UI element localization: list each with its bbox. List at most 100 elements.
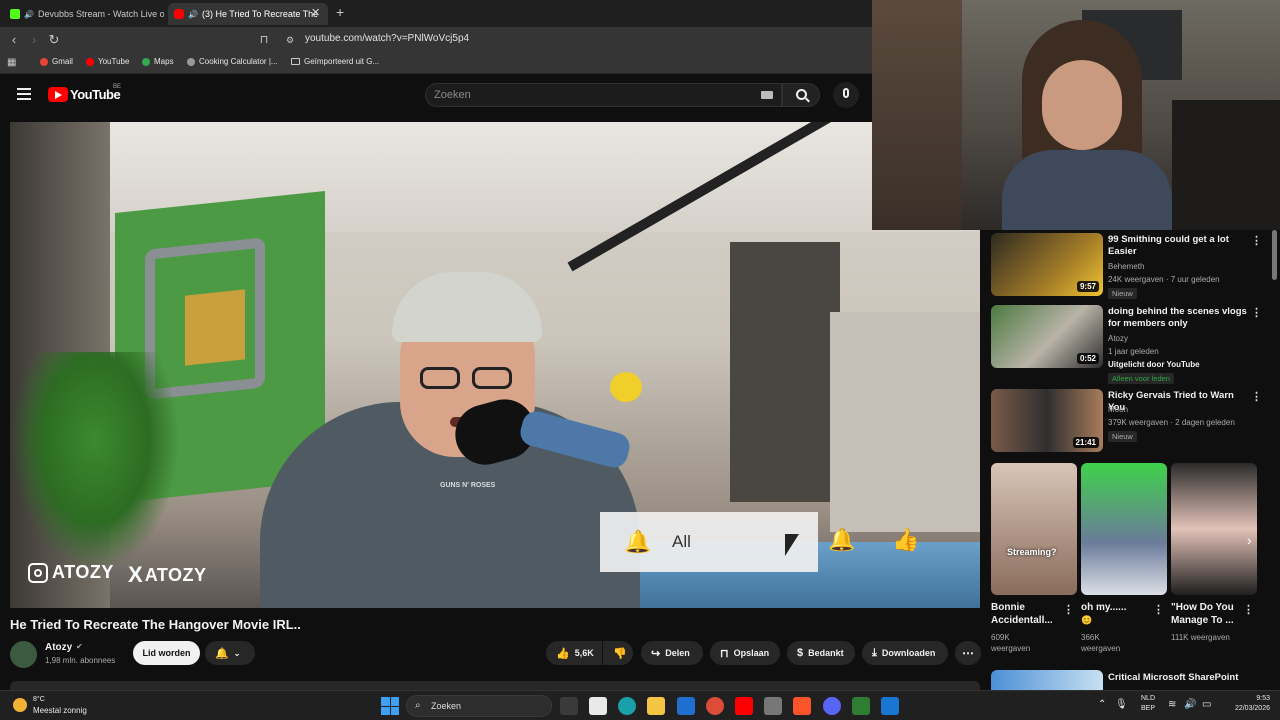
wifi-icon[interactable]: ≋	[1168, 699, 1176, 710]
more-actions-button[interactable]: ⋯	[955, 641, 981, 665]
recommendation-thumbnail[interactable]: 0:52	[991, 305, 1103, 368]
bookmark-gmail[interactable]: Gmail	[40, 57, 73, 66]
clock-date[interactable]: 22/03/2026	[1222, 705, 1270, 712]
subscribed-bell-button[interactable]: 🔔 ⌄	[205, 641, 255, 665]
more-options-icon[interactable]: ⋮	[1153, 603, 1164, 616]
url-field[interactable]: youtube.com/watch?v=PNlWoVcj5p4	[305, 33, 469, 44]
microphone-icon[interactable]: 🎙	[1115, 699, 1128, 710]
short-thumbnail[interactable]	[1171, 463, 1257, 595]
maps-icon	[142, 57, 150, 66]
short-title[interactable]: oh my......	[1081, 601, 1157, 614]
chevron-up-icon[interactable]: ⌃	[1098, 699, 1106, 710]
folder-icon	[291, 58, 300, 65]
edge-icon[interactable]	[618, 697, 636, 715]
voice-search-button[interactable]	[833, 82, 859, 108]
tab-youtube-video[interactable]: 🔊 (3) He Tried To Recreate The	[168, 3, 328, 25]
keyboard-icon[interactable]	[761, 91, 773, 99]
youtube-app-icon[interactable]	[735, 697, 753, 715]
video-duration: 21:41	[1072, 437, 1099, 448]
join-button[interactable]: Lid worden	[133, 641, 200, 665]
recommendation-thumbnail[interactable]: 9:57	[991, 233, 1103, 296]
like-button[interactable]: 👍 5,6K	[546, 641, 602, 665]
new-badge: Nieuw	[1108, 288, 1137, 299]
scrollbar[interactable]	[1272, 230, 1277, 280]
close-tab-icon[interactable]: ✕	[311, 6, 320, 19]
tab-devubbs[interactable]: 🔊 Devubbs Stream - Watch Live on	[4, 3, 164, 25]
calculator-icon[interactable]	[764, 697, 782, 715]
recommendation-thumbnail[interactable]: 21:41	[991, 389, 1103, 452]
more-options-icon[interactable]: ⋮	[1251, 306, 1262, 319]
app-icon[interactable]	[881, 697, 899, 715]
new-tab-button[interactable]: +	[336, 4, 344, 20]
chevron-right-icon[interactable]: ›	[1247, 532, 1252, 548]
reload-button[interactable]: ↻	[46, 32, 62, 48]
recommendation-title[interactable]: doing behind the scenes vlogs for member…	[1108, 306, 1248, 330]
volume-icon[interactable]: 🔊	[1184, 699, 1196, 710]
weather-temp[interactable]: 8°C	[33, 696, 45, 703]
taskbar-search[interactable]: ⌕ Zoeken	[406, 695, 552, 717]
file-explorer-icon[interactable]	[647, 697, 665, 715]
weather-desc[interactable]: Meestal zonnig	[33, 706, 87, 715]
short-title[interactable]: Bonnie Accidentall...	[991, 601, 1067, 627]
recommendation-channel[interactable]: Atozy	[1108, 334, 1128, 343]
battery-icon[interactable]: ▭	[1202, 699, 1211, 710]
short-thumbnail[interactable]	[1081, 463, 1167, 595]
share-button[interactable]: ↪ Delen	[641, 641, 703, 665]
tab-title: Devubbs Stream - Watch Live on	[37, 9, 164, 19]
more-options-icon[interactable]: ⋮	[1243, 603, 1254, 616]
recommendation-thumbnail[interactable]	[991, 670, 1103, 690]
discord-icon[interactable]	[823, 697, 841, 715]
bookmark-youtube[interactable]: YouTube	[86, 57, 129, 66]
recommendations-sidebar: 9:57 99 Smithing could get a lot Easier …	[985, 230, 1280, 690]
short-thumbnail[interactable]: Streaming?	[991, 463, 1077, 595]
back-button[interactable]: ‹	[6, 32, 22, 48]
speaker-icon: 🔊	[188, 9, 198, 19]
bookmark-maps[interactable]: Maps	[142, 57, 174, 66]
bell-icon: 🔔	[828, 527, 856, 552]
task-view-icon[interactable]	[560, 697, 578, 715]
thumbs-up-icon: 👍	[556, 647, 570, 660]
x-overlay: X ATOZY	[128, 562, 207, 587]
apps-grid-icon[interactable]: ▦	[7, 57, 16, 68]
bookmark-cooking-calculator[interactable]: Cooking Calculator |...	[187, 57, 278, 66]
more-options-icon[interactable]: ⋮	[1251, 390, 1262, 403]
keyboard-language-top[interactable]: NLD	[1141, 695, 1155, 702]
short-title[interactable]: "How Do You Manage To ...	[1171, 601, 1247, 627]
video-player[interactable]: GUNS N' ROSES ATOZY X ATOZY 🔔 All 🔔 👍	[10, 122, 980, 608]
menu-icon[interactable]	[17, 88, 31, 100]
clock-time[interactable]: 9:53	[1222, 695, 1270, 702]
keyboard-language-bottom[interactable]: BEP	[1141, 705, 1155, 712]
recommendation-title[interactable]: 99 Smithing could get a lot Easier	[1108, 234, 1248, 258]
save-button[interactable]: ⊓ Opslaan	[710, 641, 780, 665]
more-options-icon[interactable]: ⋮	[1251, 234, 1262, 247]
instagram-overlay: ATOZY	[28, 562, 114, 583]
thanks-button[interactable]: $ Bedankt	[787, 641, 855, 665]
gmail-icon	[40, 57, 48, 66]
mail-icon[interactable]	[677, 697, 695, 715]
bookmark-icon[interactable]: ⊓	[256, 32, 272, 48]
search-button[interactable]	[782, 83, 820, 107]
brave-icon[interactable]	[793, 697, 811, 715]
search-input[interactable]: Zoeken	[434, 89, 471, 101]
cap-image	[392, 272, 542, 342]
recommendation-title[interactable]: Critical Microsoft SharePoint	[1108, 672, 1248, 684]
more-options-icon[interactable]: ⋮	[1063, 603, 1074, 616]
channel-name[interactable]: Atozy	[45, 642, 72, 653]
youtube-logo-icon[interactable]	[48, 87, 68, 102]
weather-icon[interactable]	[13, 698, 27, 712]
microsoft-store-icon[interactable]	[589, 697, 607, 715]
chrome-icon[interactable]	[706, 697, 724, 715]
description-box[interactable]	[10, 681, 980, 690]
windows-start-icon[interactable]	[381, 697, 399, 715]
recommendation-channel[interactable]: Moon	[1108, 405, 1128, 414]
search-box[interactable]: Zoeken	[425, 83, 782, 107]
bookmark-folder-imported[interactable]: Geïmporteerd uit G...	[291, 57, 379, 66]
app-icon[interactable]	[852, 697, 870, 715]
download-button[interactable]: ⤓ Downloaden	[862, 641, 948, 665]
recommendation-title[interactable]: Ricky Gervais Tried to Warn You	[1108, 390, 1248, 414]
channel-avatar[interactable]	[10, 641, 37, 668]
site-info-icon[interactable]: ⚙	[282, 32, 298, 48]
dislike-button[interactable]: 👎	[603, 641, 633, 665]
recommendation-channel[interactable]: Behemeth	[1108, 262, 1144, 271]
forward-button[interactable]: ›	[26, 32, 42, 48]
